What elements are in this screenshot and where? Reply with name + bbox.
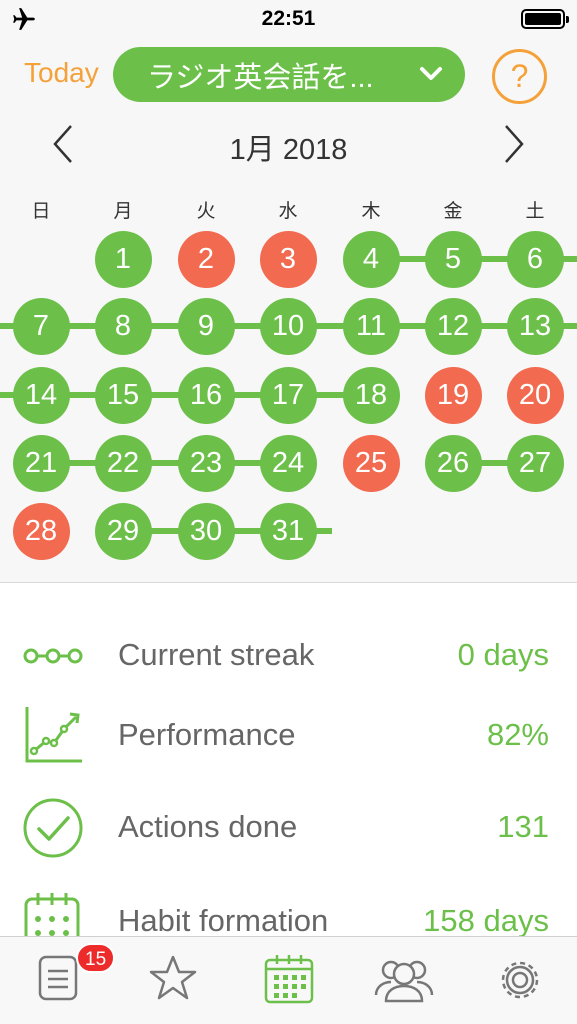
calendar-day-10[interactable]: 10	[259, 297, 317, 355]
calendar-day-20[interactable]: 20	[506, 366, 564, 424]
calendar-day-8[interactable]: 8	[94, 297, 152, 355]
people-icon	[374, 960, 434, 1003]
stat-current-streak: Current streak 0 days	[0, 627, 577, 687]
calendar-day-7[interactable]: 7	[12, 297, 70, 355]
calendar-day-25[interactable]: 25	[342, 434, 400, 492]
calendar-grid-icon	[24, 893, 80, 936]
tab-bar: 15	[0, 936, 577, 1024]
calendar-day-2[interactable]: 2	[177, 230, 235, 288]
calendar-day-23[interactable]: 23	[177, 434, 235, 492]
calendar-day-17[interactable]: 17	[259, 366, 317, 424]
stat-performance: Performance 82%	[0, 707, 577, 767]
calendar-day-6[interactable]: 6	[506, 230, 564, 288]
tab-calendar[interactable]	[259, 953, 319, 1009]
calendar-day-5[interactable]: 5	[424, 230, 482, 288]
calendar-day-29[interactable]: 29	[94, 502, 152, 560]
calendar-day-15[interactable]: 15	[94, 366, 152, 424]
calendar-day-3[interactable]: 3	[259, 230, 317, 288]
stat-value: 158 days	[423, 903, 549, 936]
calendar-day-19[interactable]: 19	[424, 366, 482, 424]
calendar-icon	[264, 955, 314, 1004]
gear-icon	[501, 961, 539, 999]
stat-label: Habit formation	[118, 903, 329, 936]
tab-settings[interactable]	[490, 953, 550, 1009]
stat-habit-formation: Habit formation 158 days	[0, 891, 577, 936]
calendar-day-30[interactable]: 30	[177, 502, 235, 560]
stats-panel: Current streak 0 days Performance 82% Ac…	[0, 582, 577, 936]
stat-label: Actions done	[118, 809, 298, 844]
tab-social[interactable]	[371, 953, 437, 1009]
calendar-day-13[interactable]: 13	[506, 297, 564, 355]
stat-label: Performance	[118, 717, 296, 752]
calendar-day-27[interactable]: 27	[506, 434, 564, 492]
calendar-day-28[interactable]: 28	[12, 502, 70, 560]
calendar-day-18[interactable]: 18	[342, 366, 400, 424]
calendar-day-4[interactable]: 4	[342, 230, 400, 288]
stat-value: 82%	[486, 717, 549, 752]
tab-favorites[interactable]	[143, 953, 203, 1009]
stat-label: Current streak	[118, 637, 315, 672]
calendar-day-1[interactable]: 1	[94, 230, 152, 288]
star-icon	[149, 955, 197, 1000]
list-icon	[38, 955, 78, 1001]
calendar-day-26[interactable]: 26	[424, 434, 482, 492]
calendar-day-21[interactable]: 21	[12, 434, 70, 492]
stat-value: 131	[497, 809, 549, 844]
stat-actions-done: Actions done 131	[0, 797, 577, 858]
check-circle-icon	[23, 798, 83, 858]
streak-icon	[23, 648, 83, 664]
calendar-day-16[interactable]: 16	[177, 366, 235, 424]
calendar-day-9[interactable]: 9	[177, 297, 235, 355]
notification-badge: 15	[76, 943, 116, 973]
calendar-grid: 1 2 3 4 5 6 7 8 9 10 11 12 13 14 15 16 17 18 19 20 21 22 23 24 2…	[0, 0, 577, 580]
calendar-day-22[interactable]: 22	[94, 434, 152, 492]
calendar-day-24[interactable]: 24	[259, 434, 317, 492]
calendar-day-14[interactable]: 14	[12, 366, 70, 424]
stat-value: 0 days	[457, 637, 549, 672]
calendar-day-31[interactable]: 31	[259, 502, 317, 560]
calendar-day-12[interactable]: 12	[424, 297, 482, 355]
calendar-day-11[interactable]: 11	[342, 297, 400, 355]
performance-icon	[25, 707, 82, 763]
